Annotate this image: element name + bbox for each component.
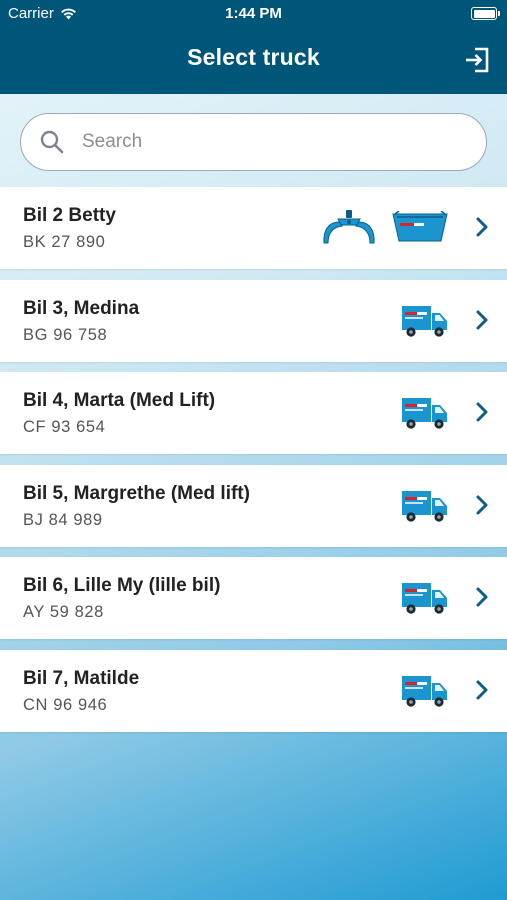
top-bar: Carrier 1:44 PM Select truck [0, 0, 507, 94]
page-title: Select truck [187, 44, 320, 70]
truck-row-2[interactable]: Bil 3, Medina BG 96 758 [0, 279, 507, 362]
truck-plate: BJ 84 989 [23, 510, 103, 529]
truck-type-icons [401, 485, 449, 527]
truck-name: Bil 6, Lille My (lille bil) [23, 575, 221, 597]
battery-icon [471, 7, 500, 20]
status-time: 1:44 PM [225, 5, 282, 22]
search-input[interactable] [80, 130, 464, 154]
truck-icon [401, 489, 449, 523]
truck-name: Bil 7, Matilde [23, 667, 140, 689]
truck-type-icons [401, 670, 449, 712]
chevron-right-icon [475, 679, 489, 701]
truck-plate: CF 93 654 [23, 418, 106, 437]
truck-list: Bil 2 Betty BK 27 890 Bil 3, Medina BG 9… [0, 187, 507, 743]
search-icon [39, 129, 65, 155]
truck-type-icons [321, 207, 449, 249]
truck-plate: BG 96 758 [23, 325, 108, 344]
truck-icon [401, 581, 449, 615]
truck-name: Bil 4, Marta (Med Lift) [23, 390, 216, 412]
status-bar: Carrier 1:44 PM [0, 0, 507, 28]
truck-icon [401, 396, 449, 430]
truck-type-icons [401, 300, 449, 342]
grab-claw-icon [321, 210, 377, 246]
truck-row-6[interactable]: Bil 7, Matilde CN 96 946 [0, 649, 507, 732]
skip-container-icon [391, 211, 449, 245]
chevron-right-icon [475, 216, 489, 238]
truck-name: Bil 2 Betty [23, 205, 116, 226]
truck-row-5[interactable]: Bil 6, Lille My (lille bil) AY 59 828 [0, 557, 507, 640]
logout-button[interactable] [463, 46, 491, 74]
truck-row-4[interactable]: Bil 5, Margrethe (Med lift) BJ 84 989 [0, 464, 507, 547]
logout-icon [466, 47, 489, 73]
truck-icon [401, 674, 449, 708]
chevron-right-icon [475, 586, 489, 608]
truck-name: Bil 3, Medina [23, 297, 140, 319]
search-bar[interactable] [20, 113, 487, 171]
truck-type-icons [401, 392, 449, 434]
chevron-right-icon [475, 494, 489, 516]
truck-type-icons [401, 577, 449, 619]
truck-row-3[interactable]: Bil 4, Marta (Med Lift) CF 93 654 [0, 372, 507, 455]
truck-plate: BK 27 890 [23, 233, 106, 251]
truck-name: Bil 5, Margrethe (Med lift) [23, 482, 250, 504]
truck-plate: CN 96 946 [23, 695, 108, 714]
truck-row-1[interactable]: Bil 2 Betty BK 27 890 [0, 187, 507, 269]
chevron-right-icon [475, 309, 489, 331]
truck-plate: AY 59 828 [23, 603, 104, 622]
truck-icon [401, 304, 449, 338]
chevron-right-icon [475, 401, 489, 423]
